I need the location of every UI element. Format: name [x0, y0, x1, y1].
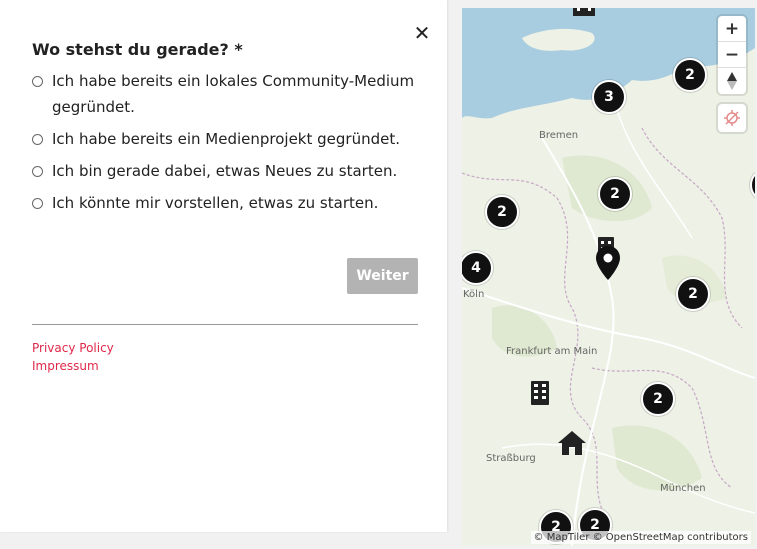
zoom-out-button[interactable]: − — [718, 42, 746, 68]
question-title: Wo stehst du gerade? * — [32, 40, 243, 59]
city-label-bremen: Bremen — [539, 130, 579, 141]
location-off-icon — [724, 110, 740, 126]
next-button[interactable]: Weiter — [347, 258, 418, 294]
option-community-medium[interactable]: Ich habe bereits ein lokales Community-M… — [32, 72, 422, 120]
map-cluster[interactable]: 3 — [592, 80, 626, 114]
divider — [32, 324, 418, 325]
privacy-policy-link[interactable]: Privacy Policy — [32, 341, 114, 355]
option-media-project[interactable]: Ich habe bereits ein Medienprojekt gegrü… — [32, 130, 422, 152]
map-zoom-controls: + − — [718, 16, 746, 94]
option-starting-new[interactable]: Ich bin gerade dabei, etwas Neues zu sta… — [32, 162, 422, 184]
zoom-in-button[interactable]: + — [718, 16, 746, 42]
geolocate-button[interactable] — [718, 104, 746, 132]
questionnaire-panel: ✕ Wo stehst du gerade? * Ich habe bereit… — [0, 0, 447, 532]
imprint-link[interactable]: Impressum — [32, 359, 99, 373]
compass-icon — [727, 72, 737, 90]
radio-button[interactable] — [32, 198, 43, 209]
city-label-muenchen: München — [660, 483, 706, 494]
city-label-strassburg: Straßburg — [486, 453, 536, 464]
page: Bremen Köln Frankfurt am Main Straßburg … — [0, 0, 757, 549]
map-attribution[interactable]: © MapTiler © OpenStreetMap contributors — [530, 531, 751, 544]
compass-button[interactable] — [718, 68, 746, 94]
option-could-imagine[interactable]: Ich könnte mir vorstellen, etwas zu star… — [32, 194, 422, 216]
home-icon[interactable] — [558, 431, 586, 455]
map-cluster[interactable]: 2 — [676, 277, 710, 311]
city-label-koeln: Köln — [463, 289, 485, 300]
option-label: Ich könnte mir vorstellen, etwas zu star… — [52, 194, 379, 212]
city-label-frankfurt: Frankfurt am Main — [506, 346, 598, 357]
map[interactable]: Bremen Köln Frankfurt am Main Straßburg … — [462, 8, 755, 546]
map-cluster[interactable]: 2 — [673, 58, 707, 92]
radio-button[interactable] — [32, 134, 43, 145]
close-button[interactable]: ✕ — [412, 23, 432, 43]
option-label: Ich habe bereits ein Medienprojekt gegrü… — [52, 130, 400, 148]
map-cluster[interactable]: 2 — [485, 195, 519, 229]
pin-icon[interactable] — [596, 246, 620, 280]
building-icon[interactable] — [573, 8, 595, 16]
option-label: Ich habe bereits ein lokales Community-M… — [52, 72, 415, 116]
map-cluster[interactable]: 2 — [641, 382, 675, 416]
radio-button[interactable] — [32, 166, 43, 177]
building-icon[interactable] — [531, 381, 549, 405]
option-label: Ich bin gerade dabei, etwas Neues zu sta… — [52, 162, 398, 180]
answer-options: Ich habe bereits ein lokales Community-M… — [32, 72, 422, 226]
map-cluster[interactable]: 2 — [598, 177, 632, 211]
radio-button[interactable] — [32, 76, 43, 87]
